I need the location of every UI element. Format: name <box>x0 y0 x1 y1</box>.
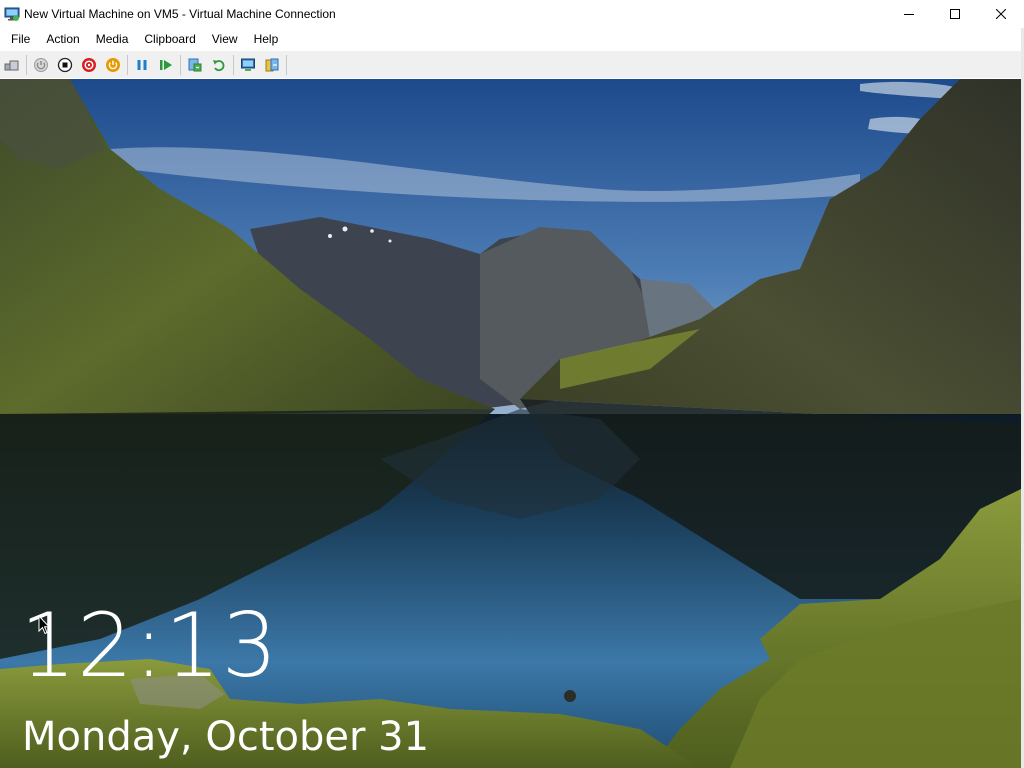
window-controls <box>886 0 1024 28</box>
mouse-cursor-icon <box>38 615 50 635</box>
toolbar <box>0 51 1021 78</box>
menu-help[interactable]: Help <box>246 28 287 51</box>
vm-connection-icon <box>4 7 20 21</box>
save-button[interactable] <box>101 53 125 77</box>
shut-down-icon <box>82 57 96 72</box>
start-button[interactable] <box>29 53 53 77</box>
resume-icon <box>160 59 172 70</box>
turn-off-icon <box>57 57 73 72</box>
menu-media[interactable]: Media <box>88 28 137 51</box>
minimize-button[interactable] <box>886 0 932 28</box>
lockscreen-time: 12:13 <box>20 594 279 697</box>
enhanced-session-button[interactable] <box>236 53 260 77</box>
start-icon <box>34 57 48 72</box>
menu-bar: File Action Media Clipboard View Help <box>0 28 1024 51</box>
enhanced-session-icon <box>241 58 255 71</box>
revert-icon <box>213 59 225 71</box>
toolbar-separator <box>233 54 234 75</box>
close-icon <box>996 9 1006 19</box>
guest-screen[interactable]: 12:13 Monday, October 31 <box>0 79 1021 768</box>
minimize-icon <box>904 14 914 15</box>
ctrl-alt-del-button[interactable] <box>0 53 24 77</box>
toolbar-separator <box>180 54 181 75</box>
menu-clipboard[interactable]: Clipboard <box>136 28 203 51</box>
shut-down-button[interactable] <box>77 53 101 77</box>
pause-icon <box>137 59 147 70</box>
menu-action[interactable]: Action <box>38 28 87 51</box>
revert-button[interactable] <box>207 53 231 77</box>
toolbar-separator <box>286 54 287 75</box>
title-bar: New Virtual Machine on VM5 - Virtual Mac… <box>0 0 1024 28</box>
checkpoint-button[interactable] <box>183 53 207 77</box>
turn-off-button[interactable] <box>53 53 77 77</box>
menu-view[interactable]: View <box>204 28 246 51</box>
pause-button[interactable] <box>130 53 154 77</box>
menu-file[interactable]: File <box>0 28 38 51</box>
share-button[interactable] <box>260 53 284 77</box>
share-icon <box>265 58 279 71</box>
close-button[interactable] <box>978 0 1024 28</box>
maximize-button[interactable] <box>932 0 978 28</box>
ctrl-alt-del-icon <box>4 60 19 70</box>
window-title: New Virtual Machine on VM5 - Virtual Mac… <box>24 7 336 21</box>
resume-button[interactable] <box>154 53 178 77</box>
checkpoint-icon <box>188 58 202 71</box>
save-icon <box>106 57 120 72</box>
maximize-icon <box>950 9 960 19</box>
toolbar-separator <box>26 54 27 75</box>
lockscreen-date: Monday, October 31 <box>22 714 430 760</box>
toolbar-separator <box>127 54 128 75</box>
